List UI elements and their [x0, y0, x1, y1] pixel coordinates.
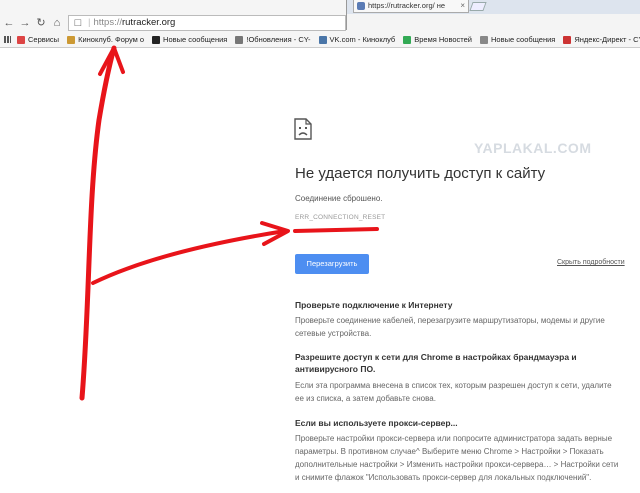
- watermark: YAPLAKAL.COM: [474, 140, 592, 156]
- error-title: Не удается получить доступ к сайту: [295, 165, 546, 182]
- section-body: Проверьте соединение кабелей, перезагруз…: [295, 316, 605, 338]
- url-host: rutracker.org: [121, 17, 176, 28]
- bookmark-favicon-icon: [403, 35, 412, 44]
- address-bar[interactable]: □ | https:// rutracker.org: [68, 15, 346, 31]
- browser-chrome: ← → ↻ ⌂ □ | https:// rutracker.org https…: [0, 0, 640, 32]
- bookmark-label: Сервисы: [28, 35, 60, 44]
- bookmark-label: Яндекс-Директ - CY: [574, 35, 640, 44]
- bookmark-favicon-icon: [152, 35, 161, 44]
- section-title: Если вы используете прокси-сервер...: [295, 418, 458, 428]
- page-info-icon[interactable]: □: [73, 16, 83, 30]
- section-title: Разрешите доступ к сети для Chrome в нас…: [295, 352, 577, 374]
- section-body: Проверьте настройки прокси-сервера или п…: [295, 434, 619, 482]
- bookmark-favicon-icon: [563, 35, 572, 44]
- bookmark-favicon-icon: [235, 35, 244, 44]
- back-icon[interactable]: ←: [2, 16, 16, 30]
- bookmark-item[interactable]: Яндекс-Директ - CY: [559, 33, 640, 47]
- second-window-toolbar: [347, 14, 640, 30]
- hide-details-link[interactable]: Скрыть подробности: [557, 259, 625, 266]
- apps-icon[interactable]: [0, 33, 13, 47]
- bookmark-item[interactable]: Новые сообщения: [476, 33, 559, 47]
- bookmark-item[interactable]: Время Новостей: [399, 33, 476, 47]
- bookmarks-bar: Сервисы Киноклуб. Форум о Новые сообщения!…: [0, 32, 640, 48]
- home-icon[interactable]: ⌂: [50, 16, 64, 30]
- browser-tab[interactable]: https://rutracker.org/ не ×: [353, 0, 469, 13]
- error-code: ERR_CONNECTION_RESET: [295, 214, 386, 221]
- bookmark-item[interactable]: Сервисы: [13, 33, 63, 47]
- bookmark-label: Киноклуб. Форум о: [78, 35, 145, 44]
- bookmark-item[interactable]: !Обновления - CY-: [231, 33, 314, 47]
- new-tab-button[interactable]: [469, 2, 487, 11]
- error-subtitle: Соединение сброшено.: [295, 194, 383, 203]
- second-browser-window: https://rutracker.org/ не ×: [346, 0, 640, 30]
- tab-title: https://rutracker.org/ не: [368, 1, 446, 10]
- bookmark-label: Новые сообщения: [491, 35, 556, 44]
- close-tab-icon[interactable]: ×: [460, 0, 465, 12]
- bookmark-item[interactable]: Киноклуб. Форум о: [63, 33, 148, 47]
- forward-icon[interactable]: →: [18, 16, 32, 30]
- bookmark-label: Время Новостей: [414, 35, 472, 44]
- bookmark-item[interactable]: Новые сообщения: [148, 33, 231, 47]
- favicon-icon: [357, 2, 365, 10]
- bookmark-label: VK.com - Киноклуб: [329, 35, 396, 44]
- bookmark-item[interactable]: VK.com - Киноклуб: [315, 33, 400, 47]
- bookmark-label: !Обновления - CY-: [246, 35, 311, 44]
- section-title: Проверьте подключение к Интернету: [295, 300, 453, 310]
- bookmark-favicon-icon: [318, 35, 327, 44]
- bookmark-label: Новые сообщения: [163, 35, 228, 44]
- error-page: Не удается получить доступ к сайту Соеди…: [0, 49, 640, 493]
- bookmark-favicon-icon: [480, 35, 488, 44]
- reload-button[interactable]: Перезагрузить: [295, 254, 369, 274]
- bookmark-favicon-icon: [17, 35, 25, 44]
- sad-document-icon: [294, 118, 312, 140]
- reload-icon[interactable]: ↻: [34, 16, 48, 30]
- bookmark-favicon-icon: [67, 35, 76, 44]
- section-body: Если эта программа внесена в список тех,…: [295, 381, 612, 403]
- url-scheme: https://: [93, 17, 122, 28]
